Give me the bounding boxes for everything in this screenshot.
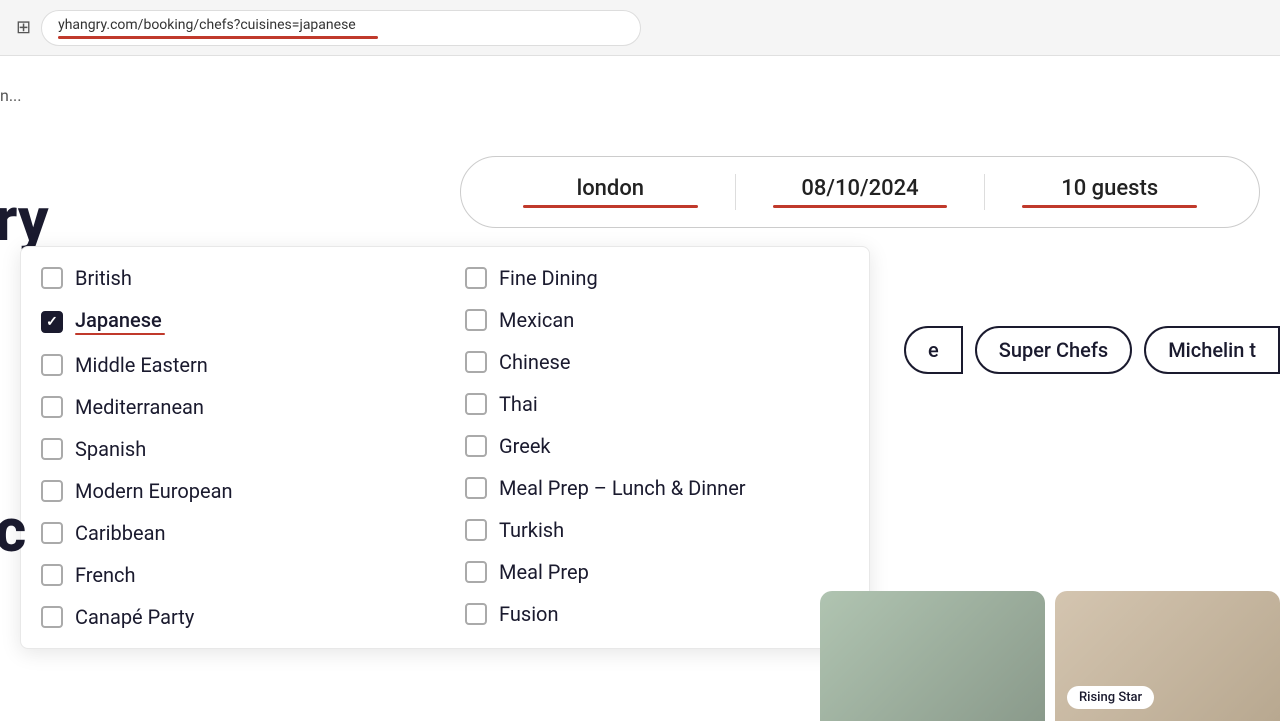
cuisine-item-mexican[interactable]: Mexican (461, 299, 853, 341)
browser-bar: ⊞ yhangry.com/booking/chefs?cuisines=jap… (0, 0, 1280, 56)
url-text: yhangry.com/booking/chefs?cuisines=japan… (58, 17, 356, 33)
checkbox-modern-european[interactable] (41, 480, 63, 502)
search-bar[interactable]: london 08/10/2024 10 guests (460, 156, 1260, 228)
checkbox-british[interactable] (41, 267, 63, 289)
cuisine-item-modern-european[interactable]: Modern European (37, 470, 429, 512)
label-mexican: Mexican (499, 308, 574, 332)
rising-star-badge: Rising Star (1067, 686, 1154, 709)
label-mediterranean: Mediterranean (75, 395, 204, 419)
checkbox-middle-eastern[interactable] (41, 354, 63, 376)
label-meal-prep: Meal Prep (499, 560, 589, 584)
cuisine-item-fine-dining[interactable]: Fine Dining (461, 257, 853, 299)
cuisine-item-turkish[interactable]: Turkish (461, 509, 853, 551)
cuisine-item-meal-prep-lunch[interactable]: Meal Prep – Lunch & Dinner (461, 467, 853, 509)
label-canape: Canapé Party (75, 605, 194, 629)
cuisine-item-middle-eastern[interactable]: Middle Eastern (37, 344, 429, 386)
checkbox-fusion[interactable] (465, 603, 487, 625)
cuisine-item-british[interactable]: British (37, 257, 429, 299)
label-british: British (75, 266, 132, 290)
left-partial: ry (0, 184, 49, 255)
label-turkish: Turkish (499, 518, 564, 542)
cuisine-item-meal-prep[interactable]: Meal Prep (461, 551, 853, 593)
filter-chips: e Super Chefs Michelin t (904, 326, 1280, 374)
partial-text-c-container: c (0, 275, 26, 566)
location-underline (523, 205, 698, 208)
cuisine-item-fusion[interactable]: Fusion (461, 593, 853, 635)
label-caribbean: Caribbean (75, 521, 166, 545)
cuisine-item-mediterranean[interactable]: Mediterranean (37, 386, 429, 428)
top-left-partial: n... (0, 86, 22, 105)
checkbox-thai[interactable] (465, 393, 487, 415)
date-underline (773, 205, 948, 208)
checkbox-fine-dining[interactable] (465, 267, 487, 289)
search-divider-1 (735, 174, 736, 210)
cuisine-column-right: Fine Dining Mexican Chinese Thai Greek M (445, 257, 869, 638)
japanese-underline (75, 333, 165, 335)
checkbox-caribbean[interactable] (41, 522, 63, 544)
cuisine-item-thai[interactable]: Thai (461, 383, 853, 425)
label-chinese: Chinese (499, 350, 570, 374)
checkbox-turkish[interactable] (465, 519, 487, 541)
chef-cards-area: Rising Star (820, 591, 1280, 721)
url-bar[interactable]: yhangry.com/booking/chefs?cuisines=japan… (41, 10, 641, 46)
chef-card-2: Rising Star (1055, 591, 1280, 721)
checkbox-meal-prep[interactable] (465, 561, 487, 583)
search-divider-2 (984, 174, 985, 210)
partial-text-c: c (0, 495, 26, 566)
checkbox-greek[interactable] (465, 435, 487, 457)
label-thai: Thai (499, 392, 538, 416)
checkbox-canape[interactable] (41, 606, 63, 628)
cuisine-item-canape[interactable]: Canapé Party (37, 596, 429, 638)
cuisine-item-greek[interactable]: Greek (461, 425, 853, 467)
label-fine-dining: Fine Dining (499, 266, 598, 290)
cuisine-item-caribbean[interactable]: Caribbean (37, 512, 429, 554)
cuisine-item-spanish[interactable]: Spanish (37, 428, 429, 470)
chip-michelin[interactable]: Michelin t (1144, 326, 1280, 374)
browser-icon: ⊞ (16, 17, 31, 38)
label-middle-eastern: Middle Eastern (75, 353, 208, 377)
checkbox-meal-prep-lunch[interactable] (465, 477, 487, 499)
cuisine-item-french[interactable]: French (37, 554, 429, 596)
search-field-guests[interactable]: 10 guests (990, 176, 1229, 208)
label-japanese: Japanese (75, 308, 165, 332)
chip-super-chefs-label: Super Chefs (999, 338, 1108, 362)
checkbox-mexican[interactable] (465, 309, 487, 331)
chip-partial-label: e (928, 338, 939, 362)
checkbox-spanish[interactable] (41, 438, 63, 460)
label-french: French (75, 563, 136, 587)
partial-text-ry: ry (0, 184, 49, 255)
checkbox-mediterranean[interactable] (41, 396, 63, 418)
page-content: n... ry london 08/10/2024 10 guests Brit… (0, 56, 1280, 721)
chip-partial-left[interactable]: e (904, 326, 963, 374)
url-underline (58, 36, 378, 39)
cuisine-column-left: British ✓ Japanese Middle Eastern Medite… (21, 257, 445, 638)
checkmark-japanese: ✓ (46, 314, 58, 330)
chef-card-1 (820, 591, 1045, 721)
checkbox-french[interactable] (41, 564, 63, 586)
checkbox-japanese[interactable]: ✓ (41, 311, 63, 333)
guests-underline (1022, 205, 1197, 208)
chip-michelin-label: Michelin t (1168, 338, 1256, 362)
search-field-date[interactable]: 08/10/2024 (741, 176, 980, 208)
checkbox-chinese[interactable] (465, 351, 487, 373)
search-field-location[interactable]: london (491, 176, 730, 208)
label-modern-european: Modern European (75, 479, 233, 503)
chip-super-chefs[interactable]: Super Chefs (975, 326, 1132, 374)
cuisine-dropdown: British ✓ Japanese Middle Eastern Medite… (20, 246, 870, 649)
label-greek: Greek (499, 434, 551, 458)
cuisine-item-chinese[interactable]: Chinese (461, 341, 853, 383)
cuisine-item-japanese[interactable]: ✓ Japanese (37, 299, 429, 344)
label-spanish: Spanish (75, 437, 146, 461)
label-meal-prep-lunch: Meal Prep – Lunch & Dinner (499, 476, 746, 500)
label-fusion: Fusion (499, 602, 559, 626)
